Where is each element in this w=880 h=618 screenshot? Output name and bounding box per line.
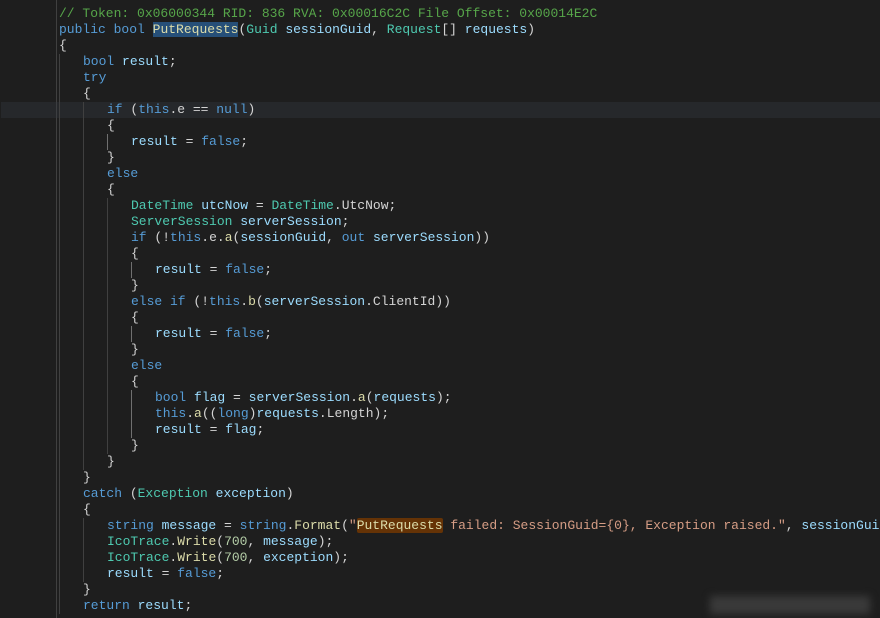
code-line[interactable]: {: [59, 374, 880, 390]
code-line[interactable]: {: [59, 182, 880, 198]
code-line[interactable]: bool flag = serverSession.a(requests);: [59, 390, 880, 406]
code-line[interactable]: if (this.e == null): [59, 102, 880, 118]
code-line[interactable]: catch (Exception exception): [59, 486, 880, 502]
code-line[interactable]: this.a((long)requests.Length);: [59, 406, 880, 422]
code-line[interactable]: result = false;: [59, 326, 880, 342]
code-line[interactable]: }: [59, 342, 880, 358]
code-line[interactable]: // Token: 0x06000344 RID: 836 RVA: 0x000…: [59, 6, 880, 22]
code-line[interactable]: else: [59, 166, 880, 182]
code-line[interactable]: public bool PutRequests(Guid sessionGuid…: [59, 22, 880, 38]
code-line[interactable]: }: [59, 278, 880, 294]
code-line[interactable]: {: [59, 118, 880, 134]
code-line[interactable]: result = flag;: [59, 422, 880, 438]
code-line[interactable]: try: [59, 70, 880, 86]
code-text-area[interactable]: // Token: 0x06000344 RID: 836 RVA: 0x000…: [57, 0, 880, 618]
code-editor[interactable]: // Token: 0x06000344 RID: 836 RVA: 0x000…: [0, 0, 880, 618]
code-line[interactable]: result = false;: [59, 262, 880, 278]
method-name-highlight: PutRequests: [153, 22, 239, 37]
code-line[interactable]: }: [59, 438, 880, 454]
code-line[interactable]: bool result;: [59, 54, 880, 70]
code-line[interactable]: }: [59, 454, 880, 470]
code-line[interactable]: result = false;: [59, 566, 880, 582]
string-method-highlight: PutRequests: [357, 518, 443, 533]
code-line[interactable]: {: [59, 38, 880, 54]
code-line[interactable]: }: [59, 470, 880, 486]
code-line[interactable]: ServerSession serverSession;: [59, 214, 880, 230]
code-line[interactable]: {: [59, 246, 880, 262]
code-line[interactable]: else: [59, 358, 880, 374]
code-line[interactable]: if (!this.e.a(sessionGuid, out serverSes…: [59, 230, 880, 246]
code-line[interactable]: {: [59, 502, 880, 518]
code-line[interactable]: IcoTrace.Write(700, exception);: [59, 550, 880, 566]
line-gutter: [0, 0, 36, 618]
code-line[interactable]: }: [59, 150, 880, 166]
status-overlay: [710, 596, 870, 614]
code-line[interactable]: string message = string.Format("PutReque…: [59, 518, 880, 534]
code-line[interactable]: result = false;: [59, 134, 880, 150]
code-line[interactable]: {: [59, 310, 880, 326]
code-line[interactable]: {: [59, 86, 880, 102]
code-line[interactable]: DateTime utcNow = DateTime.UtcNow;: [59, 198, 880, 214]
code-line[interactable]: else if (!this.b(serverSession.ClientId)…: [59, 294, 880, 310]
code-line[interactable]: IcoTrace.Write(700, message);: [59, 534, 880, 550]
outer-indent-guide: [36, 0, 57, 618]
